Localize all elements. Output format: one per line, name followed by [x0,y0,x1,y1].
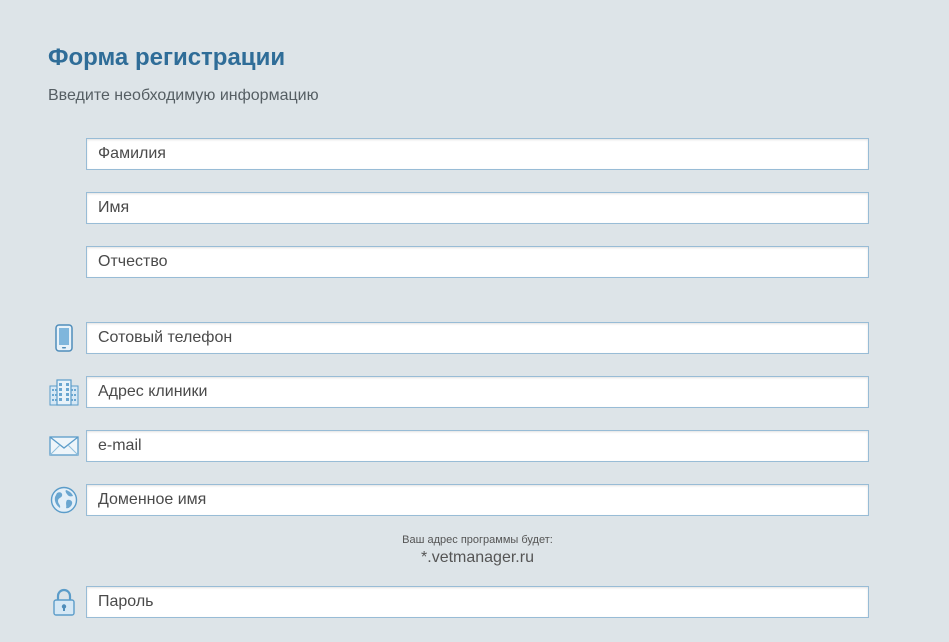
mobile-phone-icon [48,322,80,354]
last-name-input[interactable] [86,138,869,170]
patronymic-input[interactable] [86,246,869,278]
clinic-address-input[interactable] [86,376,869,408]
email-input[interactable] [86,430,869,462]
building-icon [48,376,80,408]
domain-input[interactable] [86,484,869,516]
domain-hint-address: *.vetmanager.ru [421,549,534,566]
domain-hint-label: Ваш адрес программы будет: [402,534,553,546]
password-input[interactable] [86,586,869,618]
form-subtitle: Введите необходимую информацию [48,87,319,104]
phone-input[interactable] [86,322,869,354]
first-name-input[interactable] [86,192,869,224]
globe-icon [48,484,80,516]
lock-icon [48,586,80,618]
form-title: Форма регистрации [48,44,286,71]
envelope-icon [48,430,80,462]
